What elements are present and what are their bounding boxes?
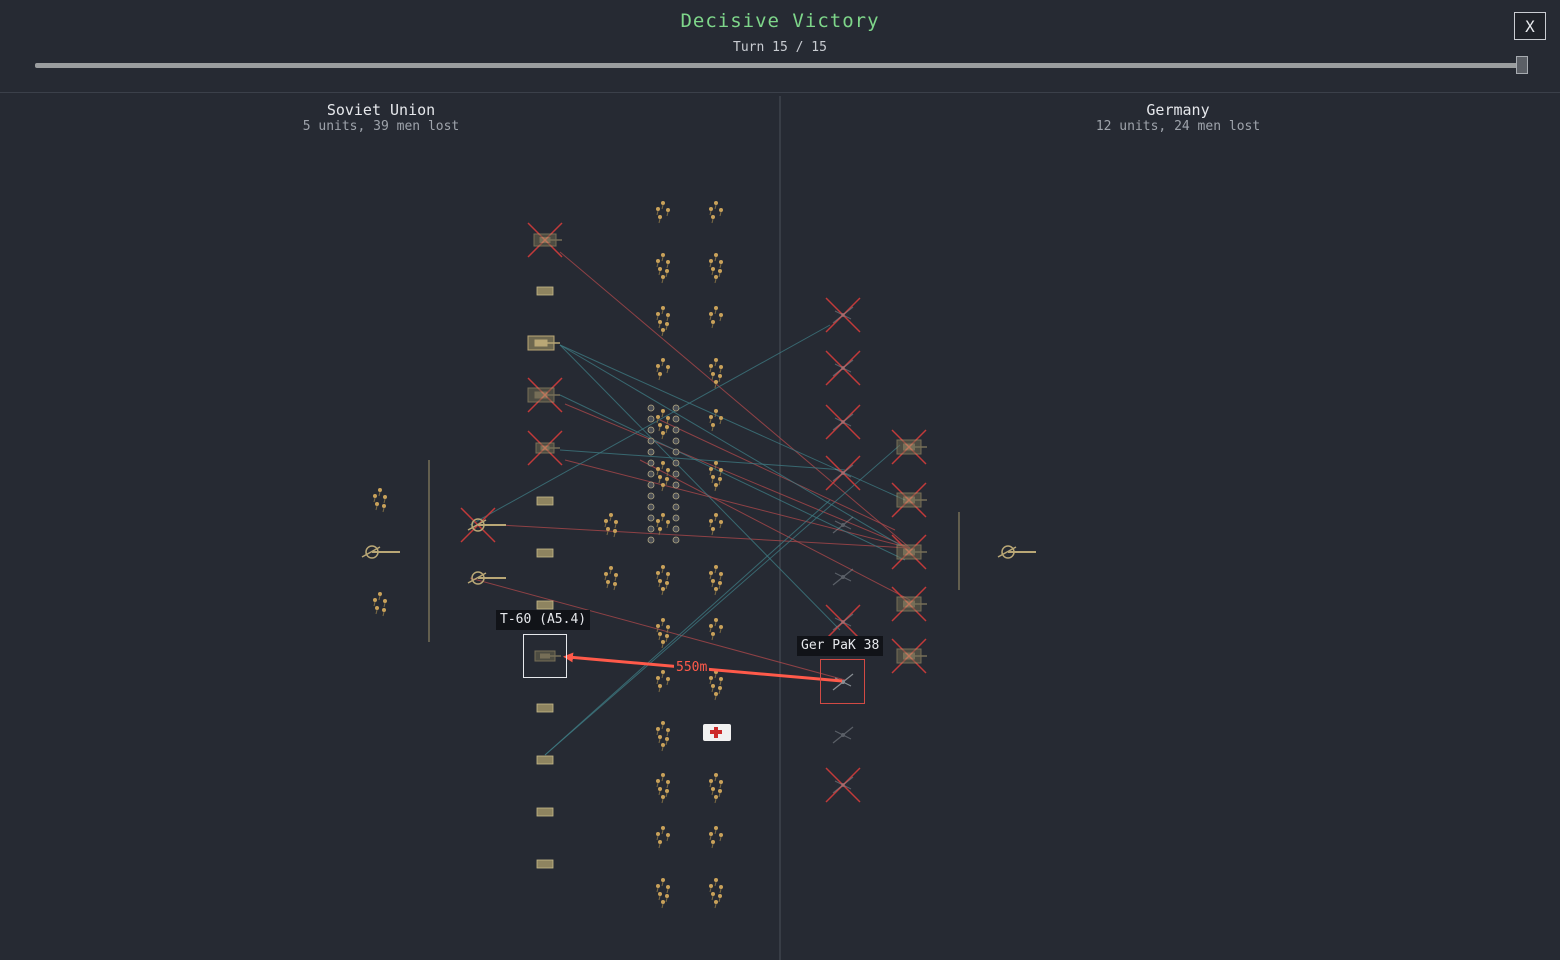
- infantry-icon: [656, 618, 670, 649]
- squad-marker: [647, 426, 655, 434]
- infantry-icon: [656, 306, 670, 337]
- infantry-icon: [709, 306, 723, 329]
- selected-unit-box-soviet[interactable]: [523, 634, 567, 678]
- infantry-icon: [656, 565, 670, 596]
- squad-marker: [672, 481, 680, 489]
- fire-line: [499, 524, 911, 549]
- antitank-gun-icon: [832, 776, 854, 794]
- squad-marker: [647, 503, 655, 511]
- selected-unit-box-german[interactable]: [820, 659, 865, 704]
- infantry-icon: [709, 565, 723, 596]
- squad-marker: [672, 426, 680, 434]
- squad-marker: [647, 437, 655, 445]
- infantry-icon: [373, 488, 387, 513]
- antitank-gun-icon: [832, 359, 854, 377]
- squad-marker: [647, 448, 655, 456]
- infantry-icon: [656, 513, 670, 536]
- squad-marker: [647, 536, 655, 544]
- squad-marker: [647, 415, 655, 423]
- infantry-icon: [709, 878, 723, 909]
- infantry-icon: [709, 513, 723, 536]
- antitank-gun-icon: [832, 306, 854, 324]
- tank-icon: [535, 442, 560, 454]
- vehicle-icon: [536, 859, 554, 869]
- squad-marker: [672, 503, 680, 511]
- infantry-icon: [373, 592, 387, 617]
- medic-truck-icon: [703, 724, 731, 741]
- squad-marker: [672, 470, 680, 478]
- infantry-icon: [604, 566, 618, 591]
- vehicle-icon: [536, 286, 554, 296]
- fire-line: [559, 344, 906, 501]
- squad-marker: [672, 437, 680, 445]
- squad-marker: [647, 404, 655, 412]
- vehicle-icon: [536, 496, 554, 506]
- fire-line: [559, 394, 906, 561]
- tank-icon: [896, 439, 927, 455]
- squad-marker: [672, 404, 680, 412]
- artillery-icon: [467, 518, 506, 532]
- unit-tag-source: T-60 (A5.4): [496, 610, 591, 630]
- squad-marker: [672, 525, 680, 533]
- fire-line: [559, 449, 846, 471]
- tank-icon: [533, 233, 562, 247]
- squad-marker: [672, 492, 680, 500]
- tank-icon: [527, 387, 560, 403]
- squad-marker: [647, 525, 655, 533]
- squad-marker: [672, 536, 680, 544]
- antitank-gun-icon: [832, 568, 854, 586]
- infantry-icon: [656, 721, 670, 752]
- vehicle-icon: [536, 755, 554, 765]
- infantry-icon: [709, 358, 723, 389]
- infantry-icon: [656, 773, 670, 804]
- antitank-gun-icon: [832, 413, 854, 431]
- artillery-icon: [361, 545, 400, 559]
- vehicle-icon: [536, 548, 554, 558]
- infantry-icon: [709, 201, 723, 224]
- infantry-icon: [656, 358, 670, 381]
- fire-line: [564, 403, 911, 549]
- infantry-icon: [656, 201, 670, 224]
- vehicle-icon: [536, 703, 554, 713]
- tank-icon: [527, 335, 560, 351]
- infantry-icon: [709, 409, 723, 432]
- antitank-gun-icon: [832, 613, 854, 631]
- squad-marker: [647, 492, 655, 500]
- squad-marker: [672, 415, 680, 423]
- squad-marker: [647, 459, 655, 467]
- tank-icon: [896, 544, 927, 560]
- infantry-icon: [656, 670, 670, 693]
- infantry-icon: [656, 826, 670, 849]
- fire-line: [559, 344, 841, 631]
- infantry-icon: [709, 773, 723, 804]
- infantry-icon: [656, 878, 670, 909]
- squad-marker: [672, 459, 680, 467]
- vehicle-icon: [536, 600, 554, 610]
- squad-marker: [647, 470, 655, 478]
- vehicle-icon: [536, 807, 554, 817]
- fire-line: [639, 459, 911, 601]
- infantry-icon: [709, 253, 723, 284]
- battlefield-map: [361, 96, 1036, 960]
- antitank-gun-icon: [832, 464, 854, 482]
- infantry-icon: [604, 513, 618, 538]
- units-layer: [361, 201, 1036, 909]
- infantry-icon: [656, 253, 670, 284]
- fire-line: [544, 444, 901, 756]
- squad-marker: [647, 514, 655, 522]
- artillery-icon: [997, 545, 1036, 559]
- squad-marker: [672, 448, 680, 456]
- tank-icon: [896, 492, 927, 508]
- antitank-gun-icon: [832, 726, 854, 744]
- tank-icon: [896, 596, 927, 612]
- squad-marker: [672, 514, 680, 522]
- squad-marker: [647, 481, 655, 489]
- tank-icon: [896, 648, 927, 664]
- infantry-icon: [709, 670, 723, 701]
- infantry-icon: [709, 826, 723, 849]
- distance-label: 550m: [674, 660, 710, 676]
- unit-tag-target: Ger PaK 38: [797, 636, 884, 656]
- infantry-icon: [709, 618, 723, 641]
